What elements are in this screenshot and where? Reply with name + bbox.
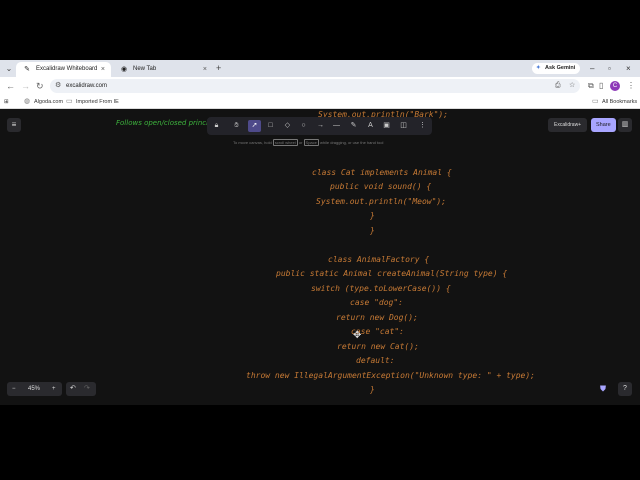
hand-icon[interactable]: ✋︎ bbox=[230, 120, 243, 132]
rectangle-icon[interactable]: □ bbox=[264, 120, 277, 132]
more-tools-icon[interactable]: ⋮ bbox=[416, 120, 429, 132]
code-line: System.out.println("Meow"); bbox=[316, 197, 447, 206]
bookmark-label: Imported From IE bbox=[76, 99, 119, 105]
close-tab-icon[interactable]: × bbox=[203, 62, 207, 77]
apps-icon[interactable]: ⊞ bbox=[4, 97, 9, 107]
folder-icon: ▭ bbox=[592, 98, 599, 105]
bookmark-imported[interactable]: ▭ Imported From IE bbox=[66, 97, 119, 107]
code-line: } bbox=[370, 226, 375, 235]
code-line: return new Dog(); bbox=[336, 313, 418, 322]
reload-icon[interactable]: ↻ bbox=[36, 80, 44, 92]
share-button[interactable]: Share bbox=[591, 118, 616, 132]
hint-key-scroll: scroll wheel bbox=[272, 139, 298, 146]
excalidraw-icon: ✎ bbox=[24, 66, 30, 73]
ellipse-icon[interactable]: ○ bbox=[297, 120, 310, 132]
tab-label: Excalidraw Whiteboard bbox=[36, 66, 98, 72]
gemini-label: Ask Gemini bbox=[545, 65, 576, 71]
canvas-hint: To move canvas, hold scroll wheel or Spa… bbox=[233, 139, 384, 146]
zoom-out-button[interactable]: − bbox=[12, 382, 16, 396]
shape-toolbar: 🔒︎ ✋︎ ➚ □ ◇ ○ → — ✎ A ▣ ◫ ⋮ bbox=[207, 117, 432, 135]
code-line: public static Animal createAnimal(String… bbox=[276, 269, 508, 278]
zoom-controls: − 45% + bbox=[7, 382, 62, 396]
code-line: case "dog": bbox=[350, 298, 403, 307]
undo-icon[interactable]: ↶ bbox=[70, 382, 76, 396]
extensions-icon[interactable]: ⧉ bbox=[588, 80, 594, 92]
tab-new-tab[interactable]: ◉ New Tab × bbox=[113, 62, 213, 77]
code-line: default: bbox=[356, 356, 395, 365]
back-icon[interactable]: ← bbox=[6, 80, 15, 92]
tab-excalidraw[interactable]: ✎ Excalidraw Whiteboard × bbox=[16, 62, 111, 77]
zoom-level[interactable]: 45% bbox=[28, 382, 40, 396]
code-line: return new Cat(); bbox=[337, 342, 419, 351]
code-line: throw new IllegalArgumentException("Unkn… bbox=[246, 371, 535, 380]
tab-search-icon[interactable]: ⌄ bbox=[3, 63, 15, 74]
text-icon[interactable]: A bbox=[364, 120, 377, 132]
bookmark-label: Algoda.com bbox=[34, 99, 64, 105]
green-note-text[interactable]: Follows open/closed princi bbox=[116, 119, 208, 127]
excalidraw-canvas[interactable]: System.out.println("Bark"); class Cat imp… bbox=[0, 110, 640, 405]
close-tab-icon[interactable]: × bbox=[101, 62, 105, 77]
bookmarks-bar: ⊞ ◍ Algoda.com ▭ Imported From IE ▭ All … bbox=[0, 95, 640, 109]
browser-window: ⌄ ✎ Excalidraw Whiteboard × ◉ New Tab × … bbox=[0, 60, 640, 405]
maximize-icon[interactable]: ▫ bbox=[608, 63, 611, 74]
profile-avatar[interactable]: C bbox=[610, 81, 620, 91]
undo-redo: ↶ ↷ bbox=[66, 382, 96, 396]
code-line: class Cat implements Animal { bbox=[312, 168, 452, 177]
tab-strip: ⌄ ✎ Excalidraw Whiteboard × ◉ New Tab × … bbox=[0, 60, 640, 77]
ask-gemini-button[interactable]: ✦ Ask Gemini bbox=[532, 63, 581, 74]
code-line: public void sound() { bbox=[330, 182, 432, 191]
new-tab-button[interactable]: + bbox=[216, 62, 221, 75]
hint-key-space: Space bbox=[303, 139, 319, 146]
url-text: excalidraw.com bbox=[66, 83, 108, 89]
diamond-icon[interactable]: ◇ bbox=[281, 120, 294, 132]
library-icon[interactable]: ▥ bbox=[618, 118, 632, 132]
image-icon[interactable]: ▣ bbox=[380, 120, 393, 132]
menu-kebab-icon[interactable]: ⋮ bbox=[627, 80, 635, 92]
excalidraw-plus-button[interactable]: Excalidraw+ bbox=[548, 118, 588, 132]
site-info-icon[interactable]: ⚙ bbox=[55, 79, 61, 93]
arrow-icon[interactable]: → bbox=[314, 120, 327, 132]
redo-icon[interactable]: ↷ bbox=[84, 382, 90, 396]
eraser-icon[interactable]: ◫ bbox=[397, 120, 410, 132]
help-icon[interactable]: ? bbox=[618, 382, 632, 396]
shield-icon[interactable]: ⛊ bbox=[600, 384, 606, 394]
all-bookmarks[interactable]: ▭ All Bookmarks bbox=[592, 97, 637, 107]
gemini-icon: ✦ bbox=[536, 65, 541, 71]
browser-toolbar: ← → ↻ ⚙ excalidraw.com ⎙ ☆ ⧉ ▯ C ⋮ bbox=[0, 77, 640, 95]
draw-icon[interactable]: ✎ bbox=[347, 120, 360, 132]
line-icon[interactable]: — bbox=[330, 120, 343, 132]
all-bookmarks-label: All Bookmarks bbox=[602, 99, 638, 105]
install-app-icon[interactable]: ⎙ bbox=[555, 79, 561, 93]
minimize-icon[interactable]: – bbox=[590, 63, 594, 74]
main-menu-button[interactable]: ≡ bbox=[7, 118, 21, 132]
chrome-icon: ◉ bbox=[120, 66, 128, 73]
hint-suffix: while dragging, or use the hand tool bbox=[320, 140, 384, 145]
code-line: } bbox=[370, 211, 375, 220]
bookmark-star-icon[interactable]: ☆ bbox=[569, 79, 575, 93]
bookmark-algoda[interactable]: ◍ Algoda.com bbox=[24, 97, 63, 107]
code-line: class AnimalFactory { bbox=[328, 255, 430, 264]
address-bar[interactable]: ⚙ excalidraw.com ⎙ ☆ bbox=[50, 79, 580, 93]
hint-prefix: To move canvas, hold bbox=[233, 140, 272, 145]
code-line: switch (type.toLowerCase()) { bbox=[311, 284, 451, 293]
forward-icon[interactable]: → bbox=[21, 80, 30, 92]
cursor-icon: ✥ bbox=[353, 330, 362, 341]
close-window-icon[interactable]: × bbox=[626, 63, 631, 74]
sidebar-icon[interactable]: ▯ bbox=[599, 80, 603, 92]
tab-label: New Tab bbox=[133, 66, 157, 72]
globe-icon: ◍ bbox=[24, 98, 31, 105]
hint-or: or bbox=[298, 140, 303, 145]
folder-icon: ▭ bbox=[66, 98, 73, 105]
zoom-in-button[interactable]: + bbox=[52, 382, 56, 396]
lock-icon[interactable]: 🔒︎ bbox=[210, 120, 223, 132]
selection-icon[interactable]: ➚ bbox=[248, 120, 261, 132]
code-line: } bbox=[370, 385, 375, 394]
